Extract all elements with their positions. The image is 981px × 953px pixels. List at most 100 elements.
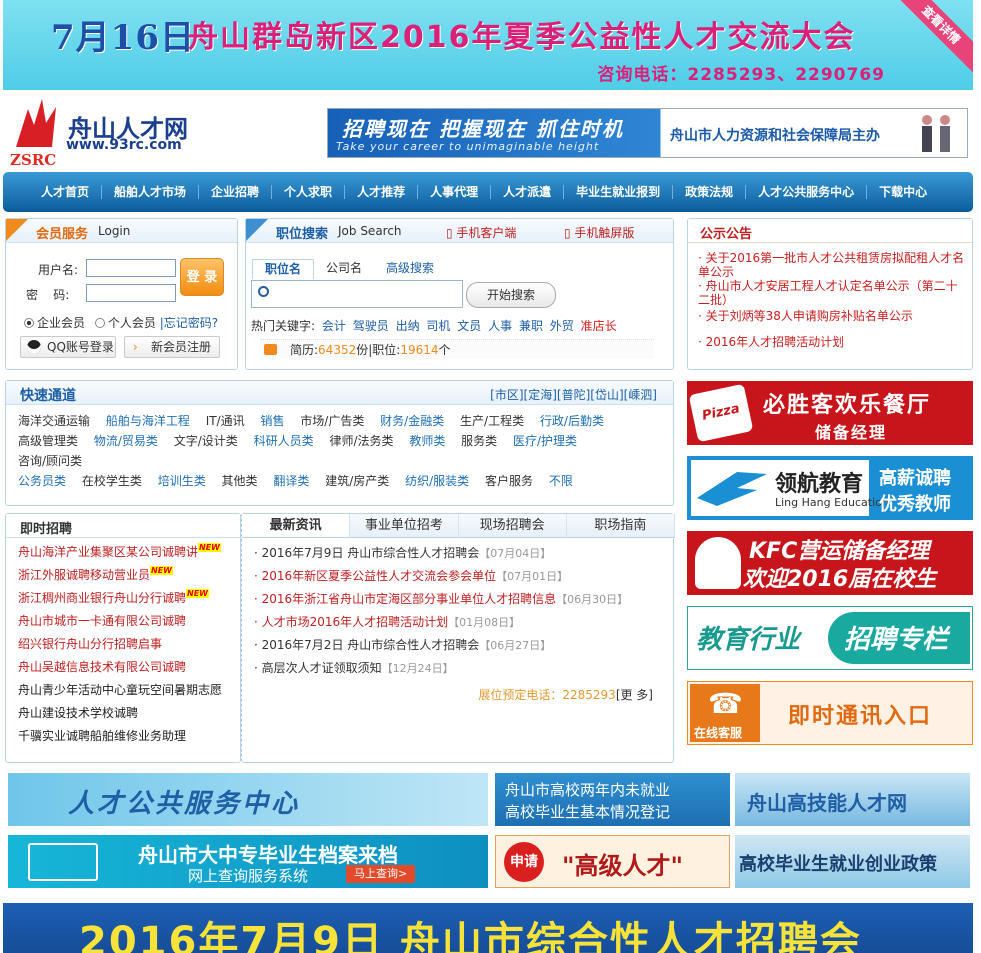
tab-career-guide[interactable]: 职场指南	[566, 514, 675, 537]
nav-job-seek[interactable]: 个人求职	[272, 185, 346, 199]
nav-ship-market[interactable]: 船舶人才市场	[102, 185, 200, 199]
news-item[interactable]: · 2016年7月9日 舟山市综合性人才招聘会【07月04日】	[254, 542, 664, 565]
category-link[interactable]: 咨询/顾问类	[18, 454, 82, 468]
query-now-button[interactable]: 马上查询>	[346, 865, 416, 883]
category-link[interactable]: 船舶与海洋工程	[106, 414, 190, 428]
category-link[interactable]: 客户服务	[485, 474, 533, 488]
notice-item[interactable]: · 关于2016第一批市人才公共租赁房拟配租人才名单公示	[698, 251, 966, 279]
hot-keyword[interactable]: 出纳	[396, 319, 420, 333]
category-link[interactable]: IT/通讯	[206, 414, 245, 428]
radio-company[interactable]	[24, 318, 34, 328]
mobile-touch-link[interactable]: ▯ 手机触屏版	[564, 224, 634, 241]
category-link[interactable]: 文字/设计类	[174, 434, 238, 448]
region-links[interactable]: [市区][定海][普陀][岱山][嵊泗]	[490, 386, 657, 403]
nav-policy[interactable]: 政策法规	[673, 185, 747, 199]
tab-job-name[interactable]: 职位名	[252, 259, 315, 279]
start-search-button[interactable]: 开始搜索	[466, 282, 556, 308]
linghang-ad[interactable]: 领航教育 Ling Hang Education 高薪诚聘 优秀教师	[687, 456, 973, 520]
category-link[interactable]: 在校学生类	[82, 474, 142, 488]
instant-chat-ad[interactable]: ☎ 在线客服 即时通讯入口	[687, 681, 973, 745]
job-fair-big-banner[interactable]: 2016年7月9日 舟山市综合性人才招聘会	[3, 903, 973, 953]
news-item[interactable]: · 高层次人才证领取须知【12月24日】	[254, 657, 664, 680]
category-link[interactable]: 教师类	[409, 434, 445, 448]
category-link[interactable]: 财务/金融类	[380, 414, 444, 428]
category-link[interactable]: 律师/法务类	[329, 434, 393, 448]
news-item[interactable]: · 人才市场2016年人才招聘活动计划【01月08日】	[254, 611, 664, 634]
category-link[interactable]: 公务员类	[18, 474, 66, 488]
more-link[interactable]: [更 多]	[616, 688, 653, 702]
category-link[interactable]: 医疗/护理类	[513, 434, 577, 448]
category-link[interactable]: 物流/贸易类	[94, 434, 158, 448]
notice-item[interactable]: · 关于刘炳等38人申请购房补贴名单公示	[698, 309, 966, 323]
category-link[interactable]: 生产/工程类	[460, 414, 524, 428]
nav-home[interactable]: 人才首页	[29, 185, 103, 199]
hot-keyword[interactable]: 司机	[426, 319, 450, 333]
nav-company-recruit[interactable]: 企业招聘	[199, 185, 273, 199]
search-input[interactable]	[251, 280, 463, 308]
high-skill-banner[interactable]: 舟山高技能人才网	[735, 773, 970, 826]
nav-hr-agency[interactable]: 人事代理	[418, 185, 492, 199]
notice-item[interactable]: · 2016年人才招聘活动计划	[698, 335, 966, 349]
hot-keyword[interactable]: 兼职	[519, 319, 543, 333]
job-item[interactable]: 浙江外服诚聘移动营业员NEW	[18, 564, 238, 587]
mobile-client-link[interactable]: ▯ 手机客户端	[446, 224, 516, 241]
qq-login-button[interactable]: QQ账号登录	[20, 336, 116, 358]
hot-keyword[interactable]: 会计	[322, 319, 346, 333]
tab-company-name[interactable]: 公司名	[314, 259, 374, 279]
job-item[interactable]: 绍兴银行舟山分行招聘启事	[18, 633, 238, 656]
slogan-banner[interactable]: 招聘现在 把握现在 抓住时机 Take your career to unima…	[327, 108, 968, 158]
nav-download[interactable]: 下载中心	[867, 185, 939, 199]
category-link[interactable]: 其他类	[222, 474, 258, 488]
tab-public-exams[interactable]: 事业单位招考	[350, 514, 459, 537]
job-item[interactable]: 舟山青少年活动中心童玩空间暑期志愿	[18, 679, 238, 702]
service-center-banner[interactable]: 人才公共服务中心	[8, 773, 488, 826]
job-item[interactable]: 浙江稠州商业银行舟山分行诚聘NEW	[18, 587, 238, 610]
job-item[interactable]: 舟山海洋产业集聚区某公司诚聘讲NEW	[18, 541, 238, 564]
view-details-ribbon[interactable]: 查看详情	[890, 0, 973, 76]
education-ad[interactable]: 教育行业 招聘专栏	[687, 606, 973, 670]
category-link[interactable]: 翻译类	[273, 474, 309, 488]
site-logo[interactable]: 舟山人才网 www.93rc.com ZSRC	[8, 95, 218, 170]
hot-keyword[interactable]: 驾驶员	[353, 319, 389, 333]
category-link[interactable]: 销售	[260, 414, 284, 428]
job-item[interactable]: 舟山市城市一卡通有限公司诚聘	[18, 610, 238, 633]
hot-keyword[interactable]: 准店长	[581, 319, 617, 333]
register-button[interactable]: › 新会员注册	[124, 336, 220, 358]
category-link[interactable]: 科研人员类	[254, 434, 314, 448]
category-link[interactable]: 行政/后勤类	[540, 414, 604, 428]
category-link[interactable]: 不限	[549, 474, 573, 488]
job-item[interactable]: 舟山吴越信息技术有限公司诚聘	[18, 656, 238, 679]
category-link[interactable]: 高级管理类	[18, 434, 78, 448]
archive-query-banner[interactable]: 舟山市大中专毕业生档案来档 网上查询服务系统 马上查询>	[8, 835, 488, 888]
category-link[interactable]: 服务类	[461, 434, 497, 448]
password-input[interactable]	[86, 284, 176, 302]
unemployed-graduate-banner[interactable]: 舟山市高校两年内未就业 高校毕业生基本情况登记	[495, 773, 730, 826]
notice-item[interactable]: · 舟山市人才安居工程人才认定名单公示（第二十二批）	[698, 279, 966, 307]
news-item[interactable]: · 2016年浙江省舟山市定海区部分事业单位人才招聘信息【06月30日】	[254, 588, 664, 611]
category-link[interactable]: 海洋交通运输	[18, 414, 90, 428]
category-link[interactable]: 纺织/服装类	[405, 474, 469, 488]
category-link[interactable]: 市场/广告类	[300, 414, 364, 428]
tab-advanced-search[interactable]: 高级搜索	[374, 259, 446, 279]
tab-latest-news[interactable]: 最新资讯	[242, 514, 351, 537]
username-input[interactable]	[86, 259, 176, 277]
forgot-password-link[interactable]: 忘记密码?	[164, 316, 218, 330]
top-banner[interactable]: 7月16日 舟山群岛新区2016年夏季公益性人才交流大会 咨询电话：228529…	[3, 0, 973, 90]
news-item[interactable]: · 2016年7月2日 舟山市综合性人才招聘会【06月27日】	[254, 634, 664, 657]
nav-dispatch[interactable]: 人才派遣	[491, 185, 565, 199]
kfc-ad[interactable]: KFC营运储备经理 欢迎2016届在校生	[687, 531, 973, 595]
nav-graduate[interactable]: 毕业生就业报到	[564, 185, 674, 199]
job-item[interactable]: 千骥实业诚聘船舶维修业务助理	[18, 725, 238, 748]
pizza-hut-ad[interactable]: Pizza Hut 必胜客欢乐餐厅 储备经理	[687, 381, 973, 445]
hot-keyword[interactable]: 人事	[488, 319, 512, 333]
hot-keyword[interactable]: 文员	[457, 319, 481, 333]
hot-keyword[interactable]: 外贸	[550, 319, 574, 333]
job-item[interactable]: 舟山建设技术学校诚聘	[18, 702, 238, 725]
senior-talent-banner[interactable]: 申请 "高级人才"	[495, 835, 730, 888]
tab-job-fairs[interactable]: 现场招聘会	[458, 514, 567, 537]
login-button[interactable]: 登 录	[180, 258, 224, 296]
category-link[interactable]: 建筑/房产类	[325, 474, 389, 488]
category-link[interactable]: 培训生类	[158, 474, 206, 488]
graduate-policy-banner[interactable]: 高校毕业生就业创业政策	[735, 835, 970, 888]
news-item[interactable]: · 2016年新区夏季公益性人才交流会参会单位【07月01日】	[254, 565, 664, 588]
